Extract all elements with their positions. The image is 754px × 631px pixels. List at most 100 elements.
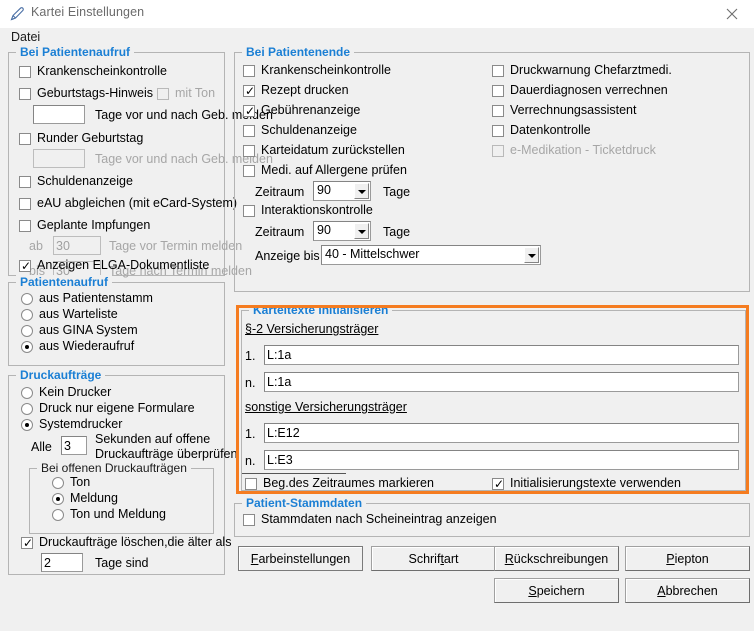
combo-zeitraum-allergene[interactable]: 90 [313, 181, 371, 201]
radio-label: aus Wiederaufruf [39, 339, 134, 353]
input-geb-days-2 [33, 149, 85, 168]
close-icon [726, 8, 738, 20]
button-speichern[interactable]: Speichern [494, 578, 619, 603]
group-druckauftraege: Druckaufträge Kein Drucker Druck nur eig… [8, 375, 225, 575]
button-piepton[interactable]: Piepton [625, 546, 750, 571]
checkbox-box [492, 145, 504, 157]
group-bei-patientenende: Bei Patientenende Krankenscheinkontrolle… [234, 52, 750, 292]
checkbox-box [492, 125, 504, 137]
checkbox-box [157, 88, 169, 100]
title-bar: Kartei Einstellungen [0, 0, 754, 28]
radio-label: aus GINA System [39, 323, 138, 337]
input-s2-n[interactable] [264, 372, 739, 392]
group-caption: Bei offenen Druckaufträgen [37, 461, 191, 475]
radio-label: Ton und Meldung [70, 507, 166, 521]
input-geb-days-1[interactable] [33, 105, 85, 124]
radio-dot [25, 423, 29, 427]
label-row-index-n: n. [245, 376, 255, 390]
checkbox-box [19, 66, 31, 78]
checkbox-box [492, 85, 504, 97]
checkbox-label: Anzeigen ELGA-Dokumentliste [37, 258, 209, 272]
input-sonstige-1[interactable] [264, 423, 739, 443]
radio-dot [25, 345, 29, 349]
button-farbeinstellungen[interactable]: Farbeinstellungen [238, 546, 363, 571]
radio-label: aus Warteliste [39, 307, 118, 321]
group-karteitexte-initialisieren: Karteitexte initialisieren §-2 Versicher… [241, 310, 746, 491]
radio-circle [21, 293, 33, 305]
checkbox-box: ✓ [21, 537, 33, 549]
checkbox-label: Rezept drucken [261, 83, 349, 97]
checkbox-box [19, 198, 31, 210]
radio-circle [21, 403, 33, 415]
checkbox-label: Gebührenanzeige [261, 103, 360, 117]
checkbox-label: Geplante Impfungen [37, 218, 150, 232]
radio-circle [21, 387, 33, 399]
label-anzeige-bis: Anzeige bis [255, 249, 320, 263]
app-icon [9, 6, 25, 22]
checkbox-box [492, 105, 504, 117]
checkbox-box [243, 205, 255, 217]
checkbox-label: Krankenscheinkontrolle [261, 63, 391, 77]
checkbox-label: Schuldenanzeige [37, 174, 133, 188]
checkbox-label: Karteidatum zurückstellen [261, 143, 405, 157]
input-s2-1[interactable] [264, 345, 739, 365]
checkbox-box [492, 65, 504, 77]
combo-zeitraum-interaktion[interactable]: 90 [313, 221, 371, 241]
checkbox-box [243, 145, 255, 157]
checkbox-label: mit Ton [175, 86, 215, 100]
radio-dot [56, 497, 60, 501]
checkbox-box [19, 88, 31, 100]
button-label: Speichern [528, 584, 584, 598]
button-rueckschreibungen[interactable]: Rückschreibungen [494, 546, 619, 571]
label-row2-index-n: n. [245, 454, 255, 468]
radio-label: Druck nur eigene Formulare [39, 401, 195, 415]
menu-item-datei[interactable]: Datei [8, 30, 43, 44]
chevron-down-icon[interactable] [524, 247, 539, 263]
radio-circle [21, 325, 33, 337]
label-delete-days: Tage sind [95, 556, 149, 570]
chevron-down-icon[interactable] [354, 183, 369, 199]
group-patientenaufruf: Patientenaufruf aus Patientenstamm aus W… [8, 282, 225, 366]
label-interval-line2: Druckaufträge überprüfen [95, 447, 237, 461]
close-button[interactable] [710, 0, 754, 28]
group-bei-patientenaufruf: Bei Patientenaufruf Krankenscheinkontrol… [8, 52, 225, 276]
label-tage-allergene: Tage [383, 185, 410, 199]
checkbox-label: Dauerdiagnosen verrechnen [510, 83, 668, 97]
group-caption: Karteitexte initialisieren [249, 303, 392, 317]
button-label: Schriftart [408, 552, 458, 566]
chevron-down-icon[interactable] [354, 223, 369, 239]
checkbox-label: Krankenscheinkontrolle [37, 64, 167, 78]
label-row2-index-1: 1. [245, 427, 255, 441]
label-zeitraum-allergene: Zeitraum [255, 185, 304, 199]
divider [242, 473, 346, 474]
checkbox-label: Geburtstags-Hinweis [37, 86, 153, 100]
input-impf-ab [53, 236, 101, 255]
radio-label: Meldung [70, 491, 118, 505]
checkbox-label: e-Medikation - Ticketdruck [510, 143, 656, 157]
radio-circle [52, 493, 64, 505]
group-caption: Bei Patientenende [242, 45, 354, 59]
checkbox-box: ✓ [243, 105, 255, 117]
checkbox-label: Medi. auf Allergene prüfen [261, 163, 407, 177]
button-schriftart[interactable]: Schriftart [371, 546, 496, 571]
checkbox-box [19, 220, 31, 232]
checkbox-box: ✓ [243, 85, 255, 97]
combo-anzeige-bis[interactable]: 40 - Mittelschwer [321, 245, 541, 265]
checkbox-box: ✓ [19, 260, 31, 272]
input-interval-seconds[interactable] [61, 436, 87, 455]
checkbox-box [243, 65, 255, 77]
group-caption: Druckaufträge [16, 368, 105, 382]
button-label: Abbrechen [657, 584, 717, 598]
radio-circle [52, 477, 64, 489]
button-abbrechen[interactable]: Abbrechen [625, 578, 750, 603]
input-delete-days[interactable] [41, 553, 83, 572]
group-patient-stammdaten: Patient-Stammdaten Stammdaten nach Schei… [234, 503, 750, 537]
checkbox-box [19, 133, 31, 145]
checkbox-label: Schuldenanzeige [261, 123, 357, 137]
checkbox-label: Druckwarnung Chefarztmedi. [510, 63, 672, 77]
checkbox-box: ✓ [492, 478, 504, 490]
checkbox-label: Initialisierungstexte verwenden [510, 476, 681, 490]
checkbox-box [243, 125, 255, 137]
input-sonstige-n[interactable] [264, 450, 739, 470]
label-sonstige-versicherungstraeger: sonstige Versicherungsträger [245, 400, 407, 414]
